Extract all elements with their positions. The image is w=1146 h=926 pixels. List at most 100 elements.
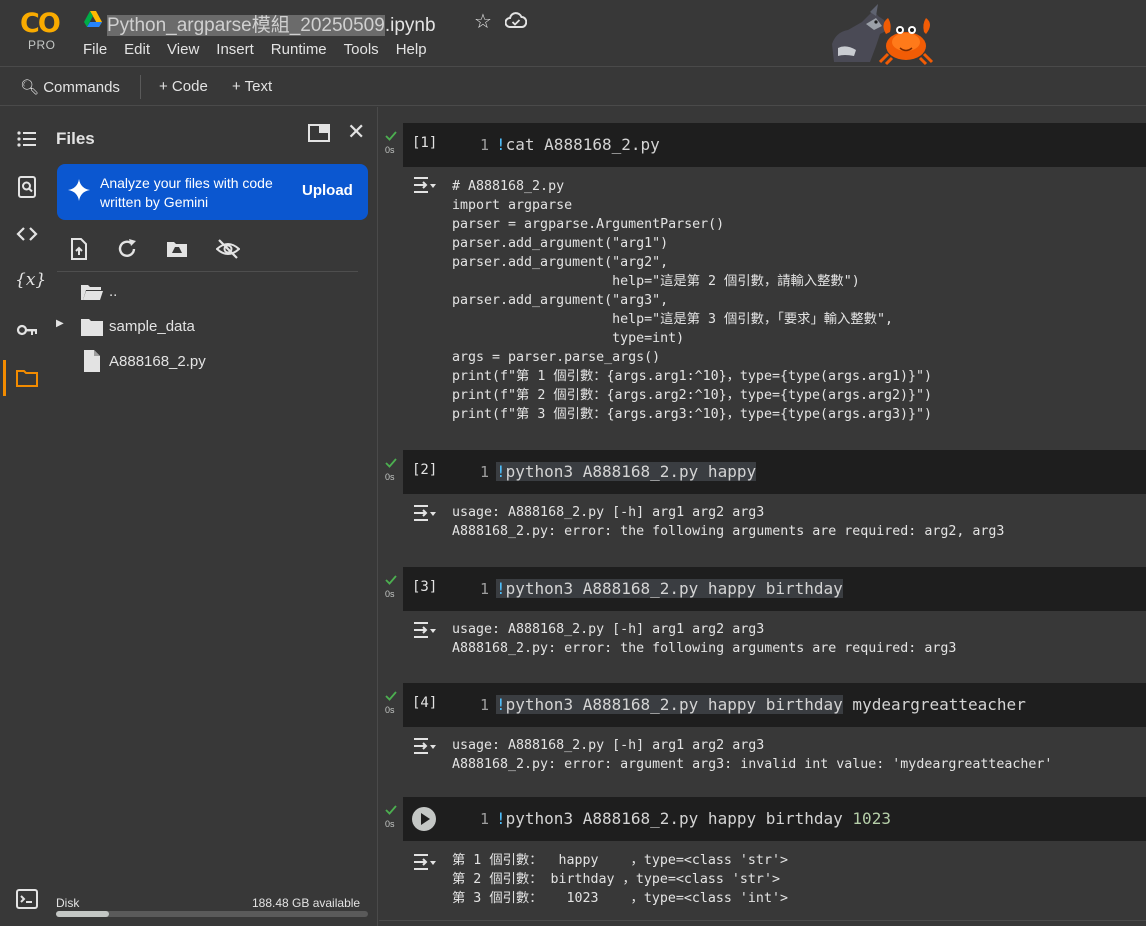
commands-button[interactable]: 🔍︎ Commands bbox=[20, 78, 120, 96]
star-icon[interactable]: ☆ bbox=[474, 9, 492, 34]
mount-drive-icon[interactable] bbox=[165, 237, 189, 261]
exec-count[interactable]: [4] bbox=[412, 695, 437, 711]
output-actions-icon[interactable] bbox=[413, 852, 437, 872]
code-line[interactable]: !python3 A888168_2.py happy birthday myd… bbox=[496, 695, 1026, 714]
disk-label: Disk bbox=[56, 896, 80, 910]
code-line[interactable]: !python3 A888168_2.py happy bbox=[496, 462, 757, 481]
disk-usage-fill bbox=[56, 911, 110, 917]
files-panel-title: Files bbox=[56, 129, 95, 148]
secrets-key-icon[interactable] bbox=[15, 318, 39, 342]
disk-usage-bar bbox=[56, 911, 368, 917]
shell-bang: ! bbox=[496, 809, 506, 828]
disk-available: 188.48 GB available bbox=[252, 896, 361, 910]
pro-badge: PRO bbox=[28, 38, 56, 52]
notebook-title[interactable]: Python_argparse模組_20250509.ipynb bbox=[107, 10, 436, 37]
code-line[interactable]: !python3 A888168_2.py happy birthday 102… bbox=[496, 809, 891, 828]
chevron-right-icon[interactable]: ▶ bbox=[56, 318, 64, 329]
output-actions-icon[interactable] bbox=[413, 503, 437, 523]
folder-open-icon bbox=[81, 285, 103, 300]
code-token-highlighted: python3 A888168_2.py happy bbox=[505, 462, 757, 481]
colab-logo[interactable]: CO PRO bbox=[20, 8, 68, 54]
files-folder-icon[interactable] bbox=[15, 366, 39, 390]
run-cell-button[interactable] bbox=[412, 807, 436, 831]
code-token: python3 A888168_2.py happy birthday bbox=[505, 809, 853, 828]
code-cell[interactable]: 0s [4] 1 !python3 A888168_2.py happy bir… bbox=[379, 683, 1146, 791]
gemini-analyze-banner[interactable]: Analyze your files with code written by … bbox=[57, 164, 368, 220]
menu-edit[interactable]: Edit bbox=[124, 41, 150, 58]
exec-count[interactable]: [3] bbox=[412, 579, 437, 595]
google-drive-icon[interactable] bbox=[84, 11, 102, 27]
mascot-illustration bbox=[832, 4, 934, 66]
cell-output: usage: A888168_2.py [-h] arg1 arg2 arg3 … bbox=[452, 622, 957, 656]
folder-icon bbox=[81, 319, 103, 336]
toc-icon[interactable] bbox=[15, 127, 39, 151]
menu-file[interactable]: File bbox=[83, 41, 107, 58]
notebook-title-ext[interactable]: .ipynb bbox=[385, 15, 436, 36]
refresh-icon[interactable] bbox=[115, 237, 139, 261]
code-token: mydeargreatteacher bbox=[842, 695, 1026, 714]
notebook-bottom-edge bbox=[379, 920, 1146, 926]
output-actions-icon[interactable] bbox=[413, 175, 437, 195]
code-token-highlighted: python3 A888168_2.py happy birthday bbox=[505, 579, 843, 598]
panel-divider bbox=[57, 271, 358, 272]
cell-output: # A888168_2.py import argparse parser = … bbox=[452, 179, 933, 422]
check-icon bbox=[385, 691, 397, 701]
code-editor[interactable]: 1 !python3 A888168_2.py happy birthday 1… bbox=[403, 797, 1146, 841]
header: CO PRO Python_argparse模組_20250509.ipynb … bbox=[0, 0, 1146, 66]
menu-bar: File Edit View Insert Runtime Tools Help bbox=[83, 41, 444, 58]
cell-output: 第 1 個引數： happy ，type=<class 'str'> 第 2 個… bbox=[452, 853, 788, 906]
exec-count[interactable]: [1] bbox=[412, 135, 437, 151]
hide-files-icon[interactable] bbox=[216, 237, 240, 261]
code-line[interactable]: !python3 A888168_2.py happy birthday bbox=[496, 579, 843, 598]
tree-item-label: .. bbox=[109, 283, 118, 300]
menu-runtime[interactable]: Runtime bbox=[271, 41, 327, 58]
gemini-sparkle-icon bbox=[68, 179, 90, 201]
menu-tools[interactable]: Tools bbox=[344, 41, 379, 58]
shell-bang: ! bbox=[496, 462, 506, 481]
upload-file-icon[interactable] bbox=[67, 237, 91, 261]
tree-item-parent[interactable]: .. bbox=[80, 280, 280, 304]
tree-item-label: A888168_2.py bbox=[109, 353, 206, 370]
code-token: cat A888168_2.py bbox=[505, 135, 660, 154]
code-editor[interactable]: [2] 1 !python3 A888168_2.py happy bbox=[403, 450, 1146, 494]
active-rail-indicator bbox=[3, 360, 6, 396]
toolbar-divider bbox=[140, 75, 141, 99]
cloud-sync-icon[interactable] bbox=[505, 11, 527, 29]
files-panel: Files ✕ Analyze your files with code wri… bbox=[50, 107, 378, 926]
variables-icon[interactable]: {x} bbox=[15, 270, 46, 294]
notebook-title-name[interactable]: Python_argparse模組_20250509 bbox=[107, 15, 385, 36]
code-cell[interactable]: 0s 1 !python3 A888168_2.py happy birthda… bbox=[379, 797, 1146, 919]
tree-item-file[interactable]: A888168_2.py bbox=[80, 350, 330, 374]
code-token-number: 1023 bbox=[852, 809, 891, 828]
upload-button[interactable]: Upload bbox=[302, 182, 353, 199]
output-actions-icon[interactable] bbox=[413, 620, 437, 640]
tree-item-label: sample_data bbox=[109, 318, 195, 335]
code-snippets-icon[interactable] bbox=[15, 222, 39, 246]
output-actions-icon[interactable] bbox=[413, 736, 437, 756]
terminal-icon[interactable] bbox=[15, 887, 39, 911]
code-editor[interactable]: [1] 1 !cat A888168_2.py bbox=[403, 123, 1146, 167]
code-cell[interactable]: 0s [2] 1 !python3 A888168_2.py happy usa… bbox=[379, 450, 1146, 558]
code-editor[interactable]: [3] 1 !python3 A888168_2.py happy birthd… bbox=[403, 567, 1146, 611]
commands-label: Commands bbox=[43, 79, 120, 96]
menu-insert[interactable]: Insert bbox=[216, 41, 254, 58]
code-token-highlighted: python3 A888168_2.py happy birthday bbox=[505, 695, 843, 714]
add-text-button[interactable]: + Text bbox=[232, 78, 272, 95]
open-in-tab-icon[interactable] bbox=[308, 124, 330, 142]
menu-view[interactable]: View bbox=[167, 41, 199, 58]
code-editor[interactable]: [4] 1 !python3 A888168_2.py happy birthd… bbox=[403, 683, 1146, 727]
add-code-button[interactable]: + Code bbox=[159, 78, 208, 95]
menu-help[interactable]: Help bbox=[396, 41, 427, 58]
tree-item-sample-data[interactable]: ▶ sample_data bbox=[56, 315, 306, 339]
code-cell[interactable]: 0s [3] 1 !python3 A888168_2.py happy bir… bbox=[379, 567, 1146, 675]
code-line[interactable]: !cat A888168_2.py bbox=[496, 135, 660, 154]
shell-bang: ! bbox=[496, 695, 506, 714]
exec-time: 0s bbox=[385, 472, 395, 482]
exec-count[interactable]: [2] bbox=[412, 462, 437, 478]
shell-bang: ! bbox=[496, 135, 506, 154]
close-icon[interactable]: ✕ bbox=[347, 119, 365, 145]
find-icon[interactable] bbox=[15, 175, 39, 199]
code-cell[interactable]: 0s [1] 1 !cat A888168_2.py # A888168_2.p… bbox=[379, 123, 1146, 443]
cell-output: usage: A888168_2.py [-h] arg1 arg2 arg3 … bbox=[452, 738, 1053, 772]
line-number: 1 bbox=[480, 810, 490, 828]
